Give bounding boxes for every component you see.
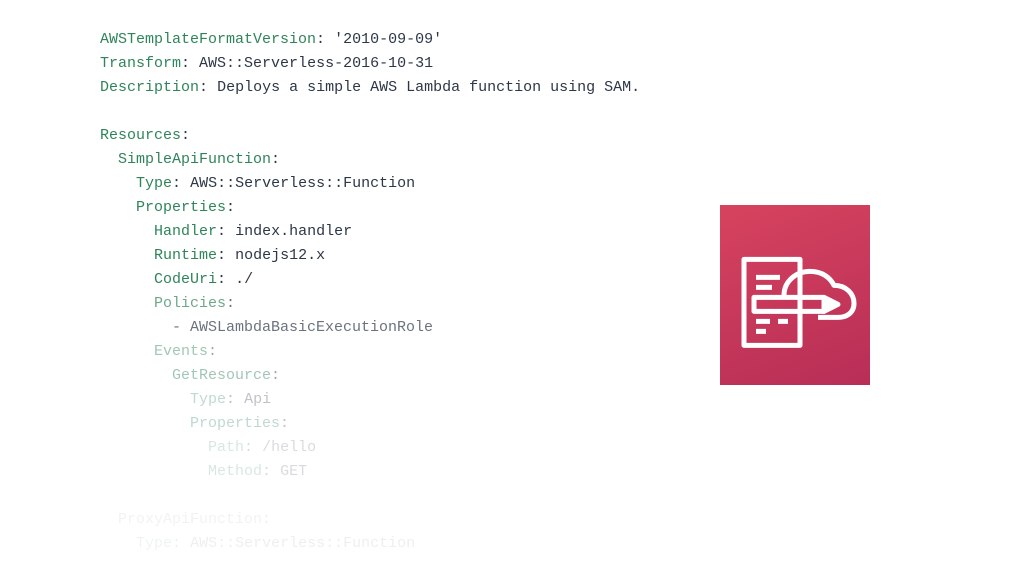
yaml-value: Deploys a simple AWS Lambda function usi…	[217, 79, 640, 96]
yaml-value: index.handler	[235, 223, 352, 240]
yaml-value: Api	[244, 391, 271, 408]
yaml-value: AWS::Serverless-2016-10-31	[199, 55, 433, 72]
yaml-key: AWSTemplateFormatVersion	[100, 31, 316, 48]
yaml-key: Type	[136, 535, 172, 552]
yaml-key: SimpleApiFunction	[118, 151, 271, 168]
yaml-value: - AWSLambdaBasicExecutionRole	[172, 319, 433, 336]
cloudformation-template-icon	[720, 205, 870, 385]
yaml-value: AWS::Serverless::Function	[190, 175, 415, 192]
yaml-key: Properties	[190, 415, 280, 432]
yaml-key: Method	[208, 463, 262, 480]
yaml-key: Properties	[136, 199, 226, 216]
yaml-key: Type	[190, 391, 226, 408]
yaml-key: Runtime	[154, 247, 217, 264]
yaml-value: GET	[280, 463, 307, 480]
yaml-key: Path	[208, 439, 244, 456]
yaml-value: /hello	[262, 439, 316, 456]
yaml-value: ./	[235, 271, 253, 288]
yaml-value: '2010-09-09'	[334, 31, 442, 48]
yaml-key: Description	[100, 79, 199, 96]
yaml-key: Transform	[100, 55, 181, 72]
yaml-key: Events	[154, 343, 208, 360]
yaml-key: Resources	[100, 127, 181, 144]
yaml-key: Handler	[154, 223, 217, 240]
yaml-key: Type	[136, 175, 172, 192]
yaml-key: ProxyApiFunction	[118, 511, 262, 528]
yaml-code-block: AWSTemplateFormatVersion: '2010-09-09' T…	[100, 28, 640, 556]
yaml-key: GetResource	[172, 367, 271, 384]
yaml-key: Policies	[154, 295, 226, 312]
yaml-value: nodejs12.x	[235, 247, 325, 264]
yaml-value: AWS::Serverless::Function	[190, 535, 415, 552]
yaml-key: CodeUri	[154, 271, 217, 288]
